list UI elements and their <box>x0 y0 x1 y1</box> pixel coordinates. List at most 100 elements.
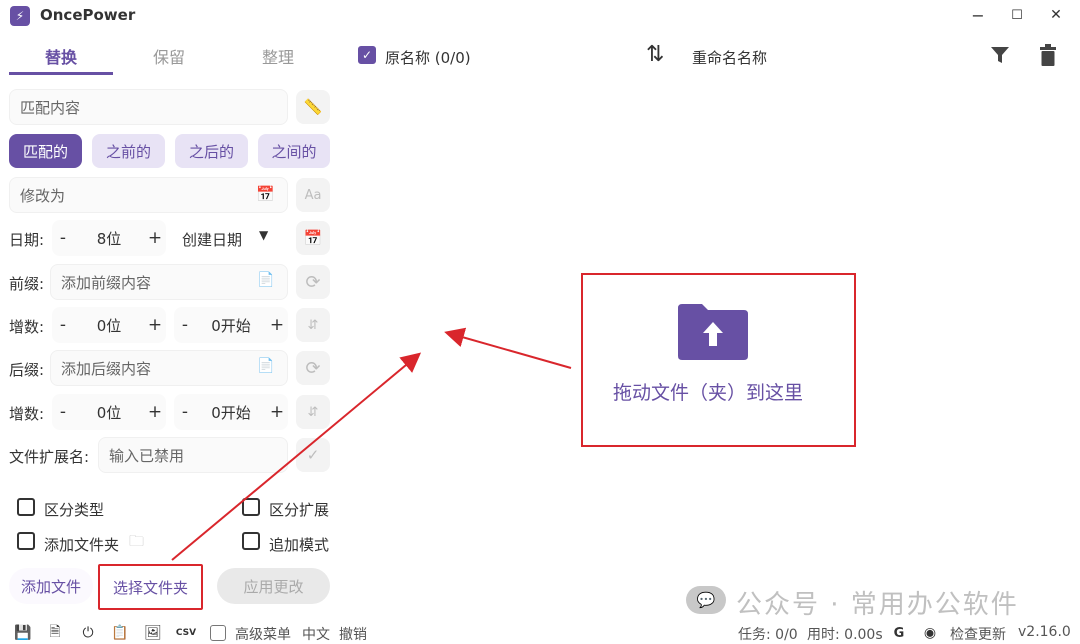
distinguish-type-checkbox[interactable] <box>17 498 35 516</box>
date-digits-stepper[interactable]: - 8位 + <box>52 220 166 256</box>
match-content-input[interactable]: 匹配内容 <box>9 89 288 125</box>
app-logo-icon: ⚡ <box>10 6 30 26</box>
increment-label: 增数: <box>9 318 45 336</box>
wechat-icon: 💬 <box>686 586 726 614</box>
increment-label: 增数: <box>9 405 45 423</box>
add-file-button[interactable]: 添加文件 <box>9 568 93 604</box>
apply-changes-button[interactable]: 应用更改 <box>217 568 330 604</box>
extension-placeholder: 输入已禁用 <box>109 446 185 465</box>
chip-before[interactable]: 之前的 <box>92 134 165 168</box>
select-folder-button[interactable]: 选择文件夹 <box>98 564 203 610</box>
checkmark-icon[interactable]: ✓ <box>296 438 330 472</box>
match-content-placeholder: 匹配内容 <box>20 98 81 117</box>
folder-upload-icon <box>678 304 748 360</box>
append-mode-label: 追加模式 <box>269 536 330 554</box>
increment2-digits-plus[interactable]: + <box>144 402 166 422</box>
append-mode-checkbox[interactable] <box>242 532 260 550</box>
maximize-button[interactable]: ☐ <box>1002 4 1032 26</box>
extension-label: 文件扩展名: <box>9 448 90 466</box>
increment-start-value: 0开始 <box>211 316 251 335</box>
date-type-select[interactable]: 创建日期 <box>182 229 242 250</box>
original-name-label: 原名称 (0/0) <box>385 49 471 67</box>
task-count: 任务: 0/0 <box>738 627 798 643</box>
increment2-start-plus[interactable]: + <box>266 402 288 422</box>
calendar-toggle-icon[interactable]: 📅 <box>296 221 330 255</box>
suffix-cycle-icon[interactable]: ⟳ <box>296 351 330 385</box>
power-icon[interactable]: ⏻ <box>79 624 97 642</box>
tab-keep[interactable]: 保留 <box>117 44 221 76</box>
extension-input[interactable]: 输入已禁用 <box>98 437 288 473</box>
increment-start-minus[interactable]: - <box>174 315 196 335</box>
increment2-digits-stepper[interactable]: - 0位 + <box>52 394 166 430</box>
distinguish-ext-checkbox[interactable] <box>242 498 260 516</box>
date-minus-button[interactable]: - <box>52 228 74 248</box>
elapsed-time: 用时: 0.00s <box>807 627 883 643</box>
suffix-input[interactable]: 添加后缀内容 <box>50 350 288 386</box>
increment-digits-value: 0位 <box>96 316 122 335</box>
add-folder-label: 添加文件夹 <box>44 536 120 554</box>
modify-to-placeholder: 修改为 <box>20 186 66 205</box>
chip-after[interactable]: 之后的 <box>175 134 248 168</box>
ruler-icon[interactable]: 📏 <box>296 90 330 124</box>
date-plus-button[interactable]: + <box>144 228 166 248</box>
suffix-placeholder: 添加后缀内容 <box>61 359 152 378</box>
folder-icon: 🗀 <box>129 532 145 550</box>
font-case-icon[interactable]: Aa <box>296 178 330 212</box>
date-label: 日期: <box>9 231 45 249</box>
trash-icon[interactable] <box>1039 44 1057 66</box>
advanced-menu-checkbox[interactable] <box>210 625 226 641</box>
increment2-settings-icon[interactable]: ⇵ <box>296 395 330 429</box>
advanced-menu-label: 高级菜单 <box>235 627 291 643</box>
distinguish-type-label: 区分类型 <box>44 501 105 519</box>
save-icon[interactable]: 💾 <box>14 624 32 642</box>
prefix-placeholder: 添加前缀内容 <box>61 273 152 292</box>
increment-start-stepper[interactable]: - 0开始 + <box>174 307 288 343</box>
distinguish-ext-label: 区分扩展 <box>269 501 330 519</box>
prefix-label: 前缀: <box>9 275 45 293</box>
calendar-icon[interactable]: 📅 <box>256 185 275 203</box>
watermark-text: 公众号 · 常用办公软件 <box>736 590 1019 620</box>
increment-digits-stepper[interactable]: - 0位 + <box>52 307 166 343</box>
document-icon[interactable]: 🗎 <box>46 624 64 642</box>
file-import-icon[interactable]: 📄 <box>257 272 274 288</box>
chevron-down-icon[interactable]: ▼ <box>259 228 268 242</box>
minimize-button[interactable]: − <box>963 4 993 26</box>
chip-matched[interactable]: 匹配的 <box>9 134 82 168</box>
increment2-start-stepper[interactable]: - 0开始 + <box>174 394 288 430</box>
increment2-start-minus[interactable]: - <box>174 402 196 422</box>
filter-icon[interactable] <box>990 45 1010 65</box>
github-icon[interactable]: ◉ <box>921 624 939 642</box>
drop-zone-text: 拖动文件（夹）到这里 <box>613 382 804 404</box>
increment-digits-minus[interactable]: - <box>52 315 74 335</box>
increment-digits-plus[interactable]: + <box>144 315 166 335</box>
increment2-digits-minus[interactable]: - <box>52 402 74 422</box>
increment2-start-value: 0开始 <box>211 403 251 422</box>
clipboard-icon[interactable]: 📋 <box>111 624 129 642</box>
close-button[interactable]: ✕ <box>1041 4 1071 26</box>
active-tab-indicator <box>9 72 113 75</box>
gitee-icon[interactable]: G <box>890 624 908 642</box>
original-name-checkbox[interactable]: ✓ <box>358 46 376 64</box>
increment-start-plus[interactable]: + <box>266 315 288 335</box>
check-update-link[interactable]: 检查更新 <box>950 624 1006 644</box>
increment2-digits-value: 0位 <box>96 403 122 422</box>
suffix-label: 后缀: <box>9 361 45 379</box>
image-icon[interactable]: 🖼 <box>144 624 162 642</box>
undo-button[interactable]: 撤销 <box>339 624 367 644</box>
chip-between[interactable]: 之间的 <box>258 134 330 168</box>
prefix-input[interactable]: 添加前缀内容 <box>50 264 288 300</box>
version-label: v2.16.0 <box>1018 624 1071 640</box>
tab-organize[interactable]: 整理 <box>226 44 330 76</box>
date-digits-value: 8位 <box>96 229 122 248</box>
prefix-cycle-icon[interactable]: ⟳ <box>296 265 330 299</box>
sort-icon[interactable]: ⇅ <box>646 42 664 67</box>
language-toggle[interactable]: 中文 <box>302 624 330 644</box>
file-import-icon[interactable]: 📄 <box>257 358 274 374</box>
increment-settings-icon[interactable]: ⇵ <box>296 308 330 342</box>
arrow-from-dropzone <box>444 327 572 369</box>
add-folder-checkbox[interactable] <box>17 532 35 550</box>
rename-label: 重命名名称 <box>692 49 768 67</box>
csv-icon[interactable]: CSV <box>176 624 196 642</box>
modify-to-input[interactable]: 修改为 <box>9 177 288 213</box>
app-title: OncePower <box>40 6 136 24</box>
